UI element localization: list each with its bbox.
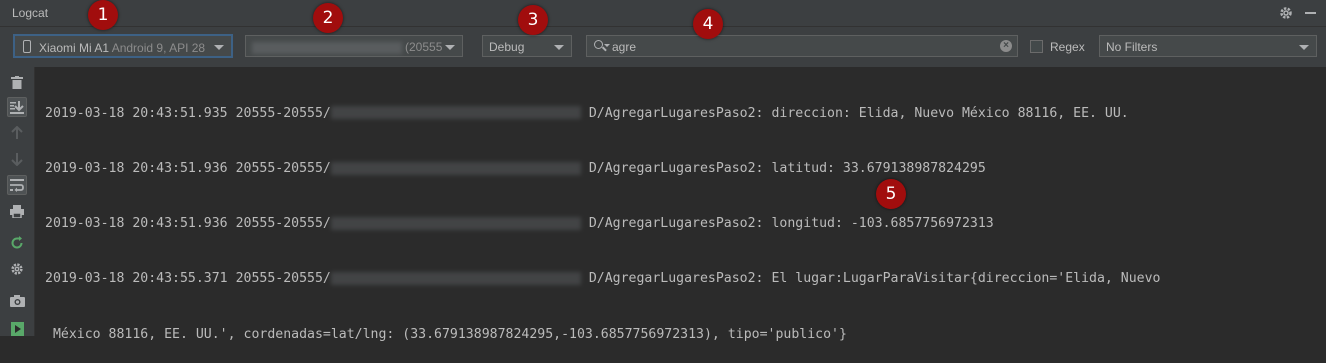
annotation-badge-3: 3 bbox=[518, 5, 548, 35]
logcat-side-toolbar bbox=[0, 67, 35, 336]
minimize-icon[interactable] bbox=[1305, 12, 1316, 14]
search-history-icon[interactable] bbox=[604, 44, 610, 47]
log-line: 2019-03-18 20:43:51.936 20555-20555/ D/A… bbox=[45, 160, 1160, 178]
arrow-down-icon[interactable] bbox=[7, 149, 27, 169]
logcat-toolbar: Xiaomi Mi A1 Android 9, API 28 (20555 De… bbox=[0, 27, 1326, 67]
annotation-badge-1: 1 bbox=[88, 0, 118, 30]
log-pid: 20555-20555/ bbox=[235, 161, 331, 177]
annotation-badge-2: 2 bbox=[313, 3, 343, 33]
log-message: El lugar:LugarParaVisitar{direccion='Eli… bbox=[771, 271, 1161, 287]
log-tag: D/AgregarLugaresPaso2: bbox=[588, 161, 764, 177]
soft-wrap-icon[interactable] bbox=[7, 175, 27, 195]
scroll-to-end-icon[interactable] bbox=[7, 97, 27, 117]
log-level-dropdown[interactable]: Debug bbox=[482, 35, 572, 57]
blurred-package bbox=[330, 271, 581, 285]
restart-icon[interactable] bbox=[7, 233, 27, 253]
camera-icon[interactable] bbox=[7, 291, 27, 311]
print-icon[interactable] bbox=[7, 201, 27, 221]
phone-icon bbox=[23, 40, 31, 53]
log-pid: 20555-20555/ bbox=[235, 216, 331, 232]
log-tag: D/AgregarLugaresPaso2: bbox=[588, 271, 764, 287]
logcat-title-bar: Logcat bbox=[0, 0, 1326, 27]
arrow-up-icon[interactable] bbox=[7, 123, 27, 143]
log-pid: 20555-20555/ bbox=[235, 105, 331, 121]
annotation-badge-4: 4 bbox=[693, 9, 723, 39]
chevron-down-icon bbox=[445, 45, 455, 50]
trash-icon[interactable] bbox=[7, 72, 27, 92]
device-detail: Android 9, API 28 bbox=[111, 41, 206, 55]
clear-search-icon[interactable]: × bbox=[1000, 40, 1012, 52]
device-name: Xiaomi Mi A1 bbox=[39, 41, 110, 55]
log-message: longitud: -103.6857756972313 bbox=[771, 216, 994, 232]
log-line: 2019-03-18 20:43:51.935 20555-20555/ D/A… bbox=[45, 105, 1160, 123]
log-message: direccion: Elida, Nuevo México 88116, EE… bbox=[771, 105, 1129, 121]
log-line: 2019-03-18 20:43:55.371 20555-20555/ D/A… bbox=[45, 270, 1160, 288]
chevron-down-icon bbox=[214, 45, 224, 50]
log-message: latitud: 33.679138987824295 bbox=[771, 161, 986, 177]
device-dropdown[interactable]: Xiaomi Mi A1 Android 9, API 28 bbox=[13, 34, 233, 58]
chevron-down-icon bbox=[554, 45, 564, 50]
log-tag: D/AgregarLugaresPaso2: bbox=[588, 216, 764, 232]
annotation-badge-5: 5 bbox=[876, 179, 906, 209]
blurred-package bbox=[330, 216, 581, 230]
search-input[interactable]: agre × bbox=[586, 35, 1018, 57]
filter-value: No Filters bbox=[1106, 40, 1158, 54]
screen-record-icon[interactable] bbox=[7, 319, 27, 339]
search-value: agre bbox=[612, 40, 637, 54]
blurred-package bbox=[330, 106, 581, 120]
blurred-package-name bbox=[252, 41, 402, 54]
log-pid: 20555-20555/ bbox=[235, 271, 331, 287]
regex-checkbox[interactable] bbox=[1030, 40, 1043, 53]
log-line: 2019-03-18 20:43:51.936 20555-20555/ D/A… bbox=[45, 215, 1160, 233]
blurred-package bbox=[330, 161, 581, 175]
log-timestamp: 2019-03-18 20:43:55.371 bbox=[45, 271, 228, 287]
log-timestamp: 2019-03-18 20:43:51.936 bbox=[45, 161, 228, 177]
window-title: Logcat bbox=[12, 6, 49, 20]
chevron-down-icon bbox=[1299, 45, 1309, 50]
log-level-value: Debug bbox=[489, 40, 525, 54]
filter-config-dropdown[interactable]: No Filters bbox=[1099, 35, 1317, 57]
log-timestamp: 2019-03-18 20:43:51.935 bbox=[45, 105, 228, 121]
log-output[interactable]: 2019-03-18 20:43:51.935 20555-20555/ D/A… bbox=[45, 68, 1160, 363]
regex-label[interactable]: Regex bbox=[1050, 40, 1085, 54]
log-timestamp: 2019-03-18 20:43:51.936 bbox=[45, 216, 228, 232]
process-pid: (20555 bbox=[405, 40, 443, 54]
search-icon[interactable] bbox=[594, 40, 603, 49]
log-tag: D/AgregarLugaresPaso2: bbox=[588, 105, 764, 121]
settings-icon[interactable] bbox=[7, 259, 27, 279]
gear-icon[interactable] bbox=[1278, 5, 1294, 21]
log-line-continuation: México 88116, EE. UU.', cordenadas=lat/l… bbox=[45, 326, 1160, 344]
log-message: México 88116, EE. UU.', cordenadas=lat/l… bbox=[52, 326, 847, 342]
process-dropdown[interactable]: (20555 bbox=[245, 35, 463, 57]
